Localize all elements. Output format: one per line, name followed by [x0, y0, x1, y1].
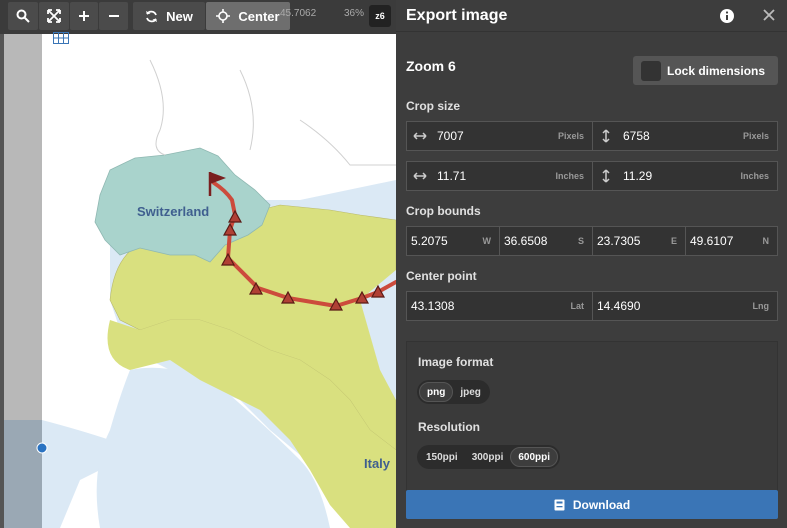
unit-label: N: [762, 236, 770, 246]
zoom-level-badge: z6: [369, 5, 391, 27]
minus-icon: [108, 15, 119, 17]
close-icon[interactable]: [760, 6, 778, 24]
crop-width-px-field[interactable]: 7007 Pixels: [406, 121, 593, 151]
lock-dimensions-toggle[interactable]: Lock dimensions: [633, 56, 778, 85]
search-icon: [16, 9, 30, 23]
center-lat-value: 43.1308: [411, 299, 455, 313]
crop-size-label: Crop size: [406, 99, 461, 113]
export-panel: Export image Zoom 6 Lock dimensions Crop…: [396, 0, 787, 528]
crop-width-in-value: 11.71: [437, 169, 467, 183]
bound-east-value: 23.7305: [597, 234, 641, 248]
unit-label: Inches: [740, 171, 769, 181]
center-button-label: Center: [238, 8, 280, 24]
crop-height-px-field[interactable]: 6758 Pixels: [592, 121, 778, 151]
lock-checkbox[interactable]: [641, 60, 661, 81]
zoom-out-button[interactable]: [99, 2, 128, 30]
map-label-italy: Italy: [364, 456, 391, 471]
map-edge: [0, 0, 4, 528]
export-options-box: Image format png jpeg Resolution 150ppi …: [406, 341, 778, 491]
refresh-icon: [146, 10, 158, 22]
horizontal-arrows-icon: [413, 172, 427, 180]
center-coordinate-readout: 45.7062: [280, 8, 317, 19]
format-option-jpeg[interactable]: jpeg: [453, 382, 488, 402]
bound-west-field[interactable]: 5.2075 W: [406, 226, 500, 256]
resolution-selector: 150ppi 300ppi 600ppi: [417, 445, 561, 469]
crosshair-icon: [216, 9, 231, 23]
new-button-label: New: [166, 8, 193, 24]
lock-dimensions-label: Lock dimensions: [667, 63, 766, 78]
map-base-layer: [0, 0, 396, 528]
bound-south-field[interactable]: 36.6508 S: [499, 226, 593, 256]
format-option-png[interactable]: png: [419, 382, 454, 402]
map-label-switzerland: Switzerland: [137, 204, 210, 219]
bound-north-value: 49.6107: [690, 234, 734, 248]
crop-bounds-label: Crop bounds: [406, 204, 481, 218]
center-point-label: Center point: [406, 269, 477, 283]
center-button[interactable]: Center: [206, 2, 290, 30]
unit-label: Pixels: [742, 131, 769, 141]
map-toolbar: New Center 45.7062 36% z6: [0, 0, 396, 30]
center-lng-field[interactable]: 14.4690 Lng: [592, 291, 778, 321]
unit-label: W: [482, 236, 492, 246]
panel-title: Export image: [406, 7, 508, 24]
resolution-label: Resolution: [418, 420, 480, 434]
info-icon[interactable]: [719, 8, 735, 24]
new-button[interactable]: New: [133, 2, 205, 30]
image-format-selector: png jpeg: [417, 380, 490, 404]
horizontal-arrows-icon: [413, 132, 427, 140]
crop-width-in-field[interactable]: 11.71 Inches: [406, 161, 593, 191]
unit-label: Inches: [555, 171, 584, 181]
crop-height-in-value: 11.29: [623, 169, 653, 183]
map-sea-strip: [4, 420, 42, 528]
map-canvas[interactable]: Switzerland Italy New Center 45.7062 36%…: [0, 0, 396, 528]
resolution-option-150[interactable]: 150ppi: [419, 447, 465, 467]
vertical-arrows-icon: [602, 169, 610, 183]
center-lng-value: 14.4690: [597, 299, 641, 313]
fullscreen-button[interactable]: [39, 2, 69, 30]
search-button[interactable]: [8, 2, 38, 30]
unit-label: S: [577, 236, 584, 246]
download-button[interactable]: Download: [406, 490, 778, 519]
save-icon: [554, 499, 565, 510]
plus-icon: [79, 11, 89, 21]
unit-label: E: [670, 236, 677, 246]
crop-height-in-field[interactable]: 11.29 Inches: [592, 161, 778, 191]
bound-south-value: 36.6508: [504, 234, 548, 248]
download-label: Download: [572, 497, 631, 512]
bound-east-field[interactable]: 23.7305 E: [592, 226, 686, 256]
crop-height-px-value: 6758: [623, 129, 650, 143]
grid-icon[interactable]: [53, 32, 69, 44]
image-format-label: Image format: [418, 355, 494, 369]
zoom-in-button[interactable]: [70, 2, 98, 30]
bound-north-field[interactable]: 49.6107 N: [685, 226, 778, 256]
vertical-arrows-icon: [602, 129, 610, 143]
resolution-option-600[interactable]: 600ppi: [510, 447, 559, 467]
location-dot: [36, 442, 48, 454]
fullscreen-icon: [47, 9, 61, 23]
unit-label: Lat: [570, 301, 585, 311]
crop-width-px-value: 7007: [437, 129, 464, 143]
bound-west-value: 5.2075: [411, 234, 448, 248]
zoom-title: Zoom 6: [406, 58, 456, 74]
center-lat-field[interactable]: 43.1308 Lat: [406, 291, 593, 321]
unit-label: Lng: [752, 301, 770, 311]
zoom-percent-readout: 36%: [344, 8, 365, 19]
unit-label: Pixels: [557, 131, 584, 141]
resolution-option-300[interactable]: 300ppi: [465, 447, 511, 467]
